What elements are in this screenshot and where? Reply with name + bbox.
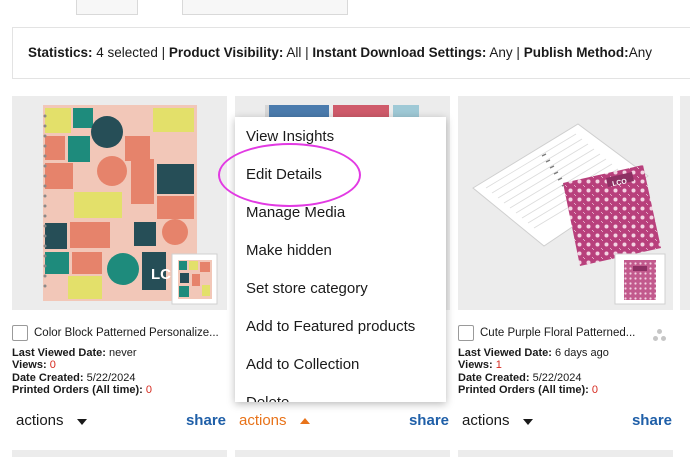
product-thumbnail[interactable]: LCO bbox=[12, 96, 227, 310]
card-actions-row: actions share bbox=[462, 412, 672, 432]
printed-orders-value: 0 bbox=[145, 383, 152, 396]
views-label: Views: bbox=[458, 359, 493, 372]
menu-item-add-featured[interactable]: Add to Featured products bbox=[246, 318, 415, 335]
caret-down-icon[interactable] bbox=[77, 419, 87, 425]
product-title-row: Cute Purple Floral Patterned... bbox=[458, 324, 673, 342]
download-label: Instant Download Settings: bbox=[312, 45, 487, 60]
printed-orders-label: Printed Orders (All time): bbox=[12, 383, 143, 396]
product-card: LCO Color Block Patterned Personalize...… bbox=[12, 96, 227, 446]
menu-item-manage-media[interactable]: Manage Media bbox=[246, 204, 345, 221]
date-created-label: Date Created: bbox=[458, 371, 530, 384]
top-button-1[interactable] bbox=[76, 0, 138, 15]
visibility-value: All | bbox=[283, 45, 313, 60]
date-created-value: 5/22/2024 bbox=[529, 371, 582, 384]
visibility-label: Product Visibility: bbox=[168, 45, 284, 60]
date-created-value: 5/22/2024 bbox=[83, 371, 136, 384]
caret-down-icon[interactable] bbox=[523, 419, 533, 425]
download-value: Any | bbox=[486, 45, 524, 60]
more-options-icon[interactable] bbox=[653, 329, 667, 343]
product-title[interactable]: Cute Purple Floral Patterned... bbox=[480, 327, 635, 339]
views-label: Views: bbox=[12, 359, 47, 372]
last-viewed-label: Last Viewed Date: bbox=[12, 347, 106, 359]
menu-item-make-hidden[interactable]: Make hidden bbox=[246, 242, 332, 259]
statistics-label: Statistics: bbox=[28, 45, 93, 60]
last-viewed-label: Last Viewed Date: bbox=[458, 347, 552, 359]
menu-item-view-insights[interactable]: View Insights bbox=[246, 128, 334, 145]
actions-button[interactable]: actions bbox=[239, 412, 287, 429]
date-created-label: Date Created: bbox=[12, 371, 84, 384]
share-link[interactable]: share bbox=[409, 412, 449, 429]
product-thumbnail[interactable]: LCO bbox=[458, 96, 673, 310]
menu-item-edit-details[interactable]: Edit Details bbox=[246, 166, 322, 183]
product-card: LCO Cute Purple Floral Patterned... Last… bbox=[458, 96, 673, 446]
views-value: 1 bbox=[495, 359, 502, 372]
next-row-thumbnail bbox=[458, 450, 673, 457]
actions-button[interactable]: actions bbox=[462, 412, 510, 429]
printed-orders-label: Printed Orders (All time): bbox=[458, 383, 589, 396]
select-checkbox[interactable] bbox=[458, 325, 474, 341]
menu-item-add-collection[interactable]: Add to Collection bbox=[246, 356, 359, 373]
product-title[interactable]: Color Block Patterned Personalize... bbox=[34, 327, 219, 339]
last-viewed-value: 6 days ago bbox=[551, 347, 609, 359]
product-meta: Last Viewed Date: 6 days ago Views: 1 Da… bbox=[458, 347, 609, 396]
card-actions-row: actions share bbox=[239, 412, 449, 432]
last-viewed-value: never bbox=[105, 347, 137, 359]
menu-item-delete[interactable]: Delete bbox=[246, 394, 289, 402]
printed-orders-value: 0 bbox=[591, 383, 598, 396]
actions-dropdown-menu: View Insights Edit Details Manage Media … bbox=[235, 117, 446, 402]
caret-up-icon[interactable] bbox=[300, 418, 310, 424]
statistics-bar: Statistics: 4 selected | Product Visibil… bbox=[12, 27, 690, 79]
card-actions-row: actions share bbox=[16, 412, 226, 432]
views-value: 0 bbox=[49, 359, 56, 372]
next-row-thumbnail bbox=[235, 450, 450, 457]
product-title-row: Color Block Patterned Personalize... bbox=[12, 324, 227, 342]
product-thumbnail[interactable] bbox=[680, 96, 690, 310]
actions-button[interactable]: actions bbox=[16, 412, 64, 429]
share-link[interactable]: share bbox=[632, 412, 672, 429]
share-link[interactable]: share bbox=[186, 412, 226, 429]
publish-value: Any bbox=[628, 45, 652, 60]
publish-label: Publish Method: bbox=[523, 45, 629, 60]
product-card bbox=[680, 96, 690, 446]
top-button-2[interactable] bbox=[182, 0, 348, 15]
next-row-thumbnail bbox=[12, 450, 227, 457]
statistics-value: 4 selected | bbox=[92, 45, 169, 60]
product-meta: Last Viewed Date: never Views: 0 Date Cr… bbox=[12, 347, 152, 396]
menu-item-set-store-category[interactable]: Set store category bbox=[246, 280, 368, 297]
select-checkbox[interactable] bbox=[12, 325, 28, 341]
